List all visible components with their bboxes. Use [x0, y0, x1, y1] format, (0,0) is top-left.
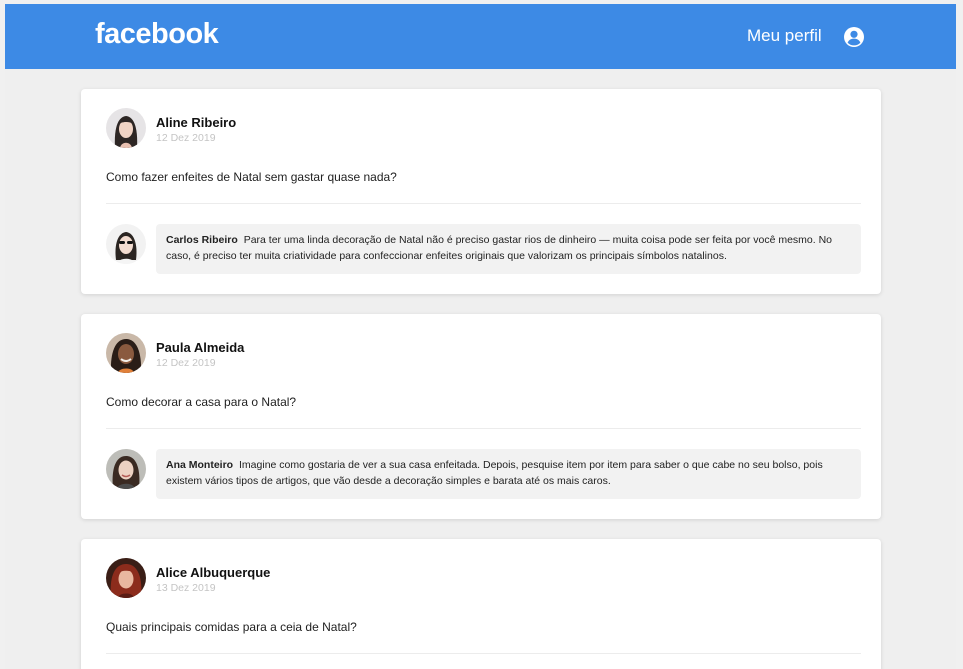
post-author[interactable]: Aline Ribeiro	[156, 115, 236, 130]
post-date: 13 Dez 2019	[156, 582, 216, 594]
browser-viewport: facebook Meu perfil Aline Ribeiro 12 Dez…	[5, 4, 956, 669]
post-author[interactable]: Alice Albuquerque	[156, 565, 270, 580]
comment-avatar[interactable]	[106, 224, 146, 264]
user-circle-icon[interactable]	[843, 26, 865, 48]
comment-text: Para ter uma linda decoração de Natal nã…	[166, 234, 833, 262]
avatar[interactable]	[106, 558, 146, 598]
post-card: Aline Ribeiro 12 Dez 2019 Como fazer enf…	[81, 89, 881, 294]
avatar[interactable]	[106, 108, 146, 148]
post-date: 12 Dez 2019	[156, 132, 216, 144]
comment-author[interactable]: Carlos Ribeiro	[166, 234, 238, 246]
profile-link[interactable]: Meu perfil	[747, 26, 822, 46]
post-card: Paula Almeida 12 Dez 2019 Como decorar a…	[81, 314, 881, 519]
post-author[interactable]: Paula Almeida	[156, 340, 244, 355]
divider	[106, 653, 861, 654]
divider	[106, 203, 861, 204]
comment-text: Imagine como gostaria de ver a sua casa …	[166, 459, 823, 487]
top-navigation-bar: facebook Meu perfil	[5, 4, 956, 69]
post-text: Como decorar a casa para o Natal?	[106, 395, 297, 409]
comment-author[interactable]: Ana Monteiro	[166, 459, 233, 471]
divider	[106, 428, 861, 429]
comment-bubble: Ana Monteiro Imagine como gostaria de ve…	[156, 449, 861, 499]
comment-avatar[interactable]	[106, 449, 146, 489]
post-text: Como fazer enfeites de Natal sem gastar …	[106, 170, 397, 184]
comment-bubble: Carlos Ribeiro Para ter uma linda decora…	[156, 224, 861, 274]
post-date: 12 Dez 2019	[156, 357, 216, 369]
post-card: Alice Albuquerque 13 Dez 2019 Quais prin…	[81, 539, 881, 669]
avatar[interactable]	[106, 333, 146, 373]
post-text: Quais principais comidas para a ceia de …	[106, 620, 357, 634]
facebook-logo[interactable]: facebook	[95, 18, 219, 51]
